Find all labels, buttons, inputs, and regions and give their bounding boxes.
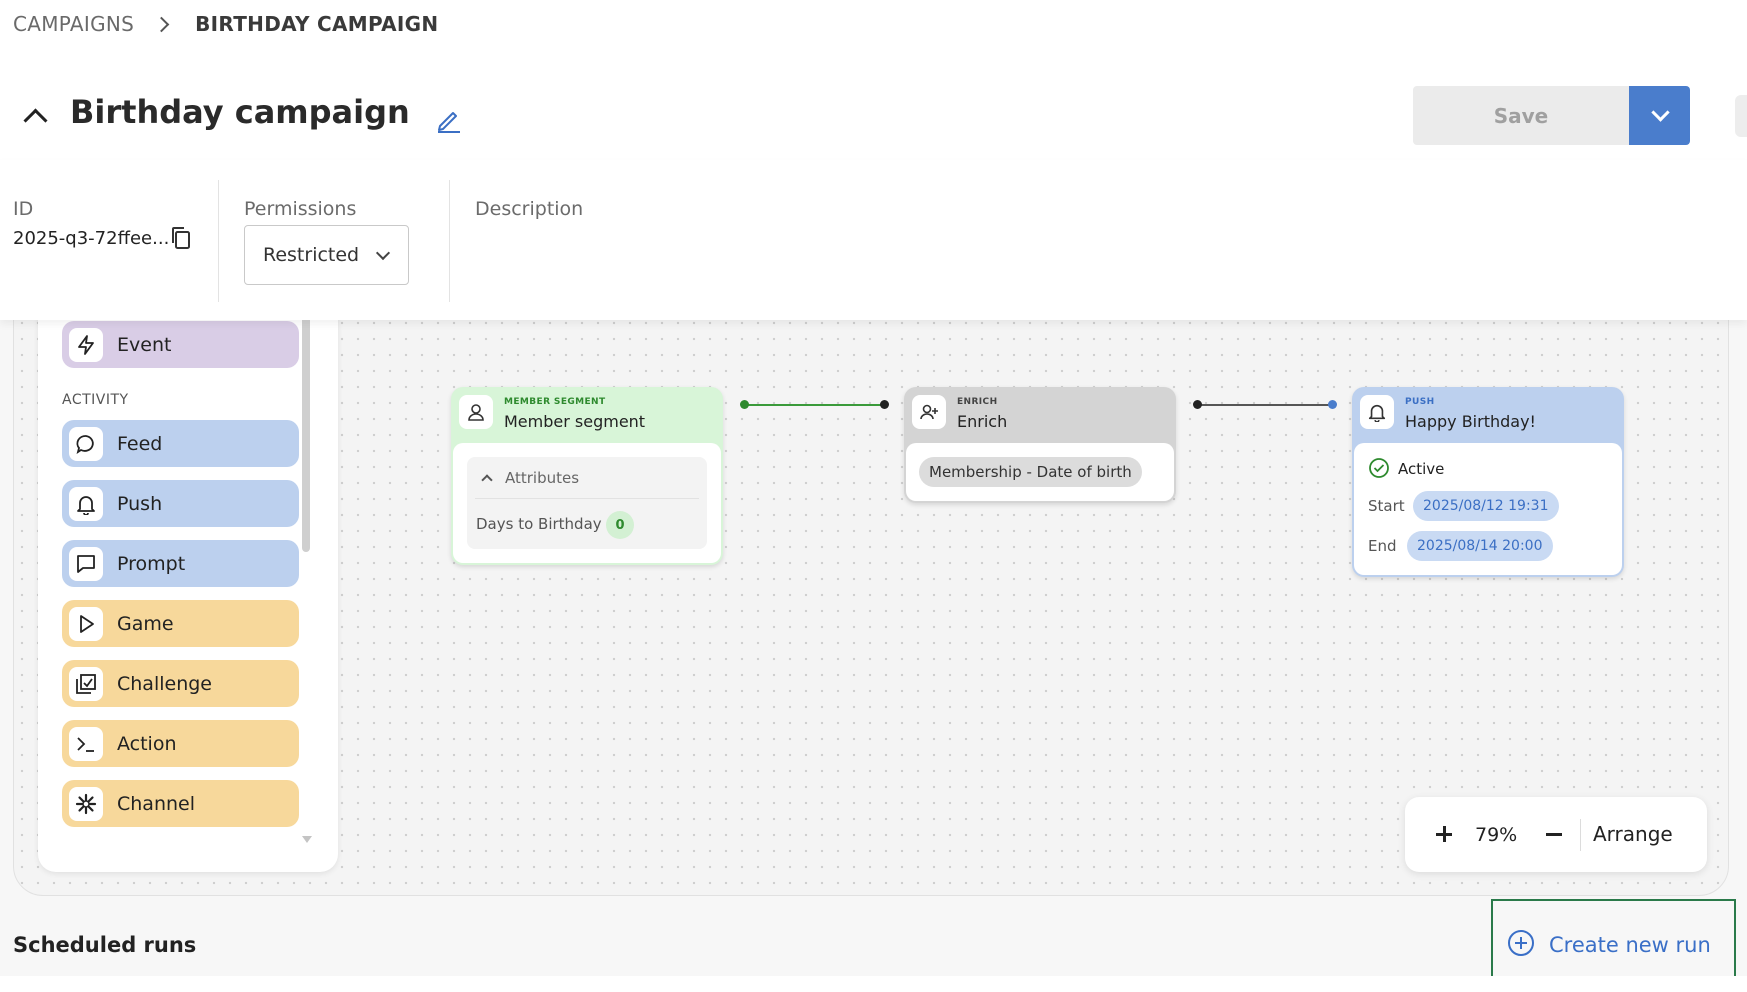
campaign-id-value: 2025-q3-72ffee... — [13, 228, 170, 249]
permissions-label: Permissions — [244, 198, 357, 220]
pencil-icon — [438, 112, 460, 133]
description-label: Description — [475, 198, 584, 220]
page-title: Birthday campaign — [70, 93, 410, 131]
copy-icon[interactable] — [170, 226, 192, 250]
check-circle-icon — [1368, 457, 1390, 483]
edge-handle[interactable] — [1328, 400, 1337, 409]
edge-handle[interactable] — [1193, 400, 1202, 409]
chevron-up-icon — [481, 474, 493, 486]
save-options-dropdown-button[interactable] — [1629, 86, 1690, 145]
palette-scrollbar[interactable] — [302, 300, 310, 552]
node-push[interactable]: PUSH Happy Birthday! Active Start 2025/0… — [1352, 387, 1624, 577]
attributes-label: Attributes — [505, 469, 580, 487]
prompt-icon — [69, 546, 103, 581]
node-name: Happy Birthday! — [1405, 412, 1536, 431]
node-enrich[interactable]: ENRICH Enrich Membership - Date of birth — [904, 387, 1176, 503]
breadcrumb-campaigns[interactable]: CAMPAIGNS — [13, 12, 134, 36]
permissions-select[interactable]: Restricted — [244, 225, 409, 285]
bell-icon — [69, 486, 103, 521]
collapse-header-button[interactable] — [22, 104, 46, 128]
divider — [218, 180, 219, 302]
zoom-out-button[interactable] — [1537, 817, 1571, 851]
permissions-value: Restricted — [263, 244, 360, 266]
palette-item-label: Action — [117, 732, 177, 755]
attributes-toggle[interactable]: Attributes — [477, 469, 579, 487]
edge-enrich-to-push[interactable] — [1197, 404, 1332, 406]
attribute-value-badge: 0 — [606, 511, 634, 539]
node-kind-label: PUSH — [1405, 397, 1435, 407]
divider — [475, 498, 699, 499]
arrange-button[interactable]: Arrange — [1593, 822, 1673, 846]
chat-bubble-icon — [69, 426, 103, 461]
more-actions-button[interactable] — [1735, 95, 1747, 137]
palette-item-game[interactable]: Game — [62, 600, 299, 647]
palette-item-channel[interactable]: Channel — [62, 780, 299, 827]
breadcrumb: CAMPAIGNS BIRTHDAY CAMPAIGN — [13, 12, 438, 36]
chevron-down-icon — [375, 245, 391, 261]
node-member-segment[interactable]: MEMBER SEGMENT Member segment Attributes… — [451, 387, 723, 565]
palette-item-label: Challenge — [117, 672, 212, 695]
attribute-name: Days to Birthday — [476, 515, 602, 533]
edit-title-button[interactable] — [434, 104, 464, 134]
node-body: Active Start 2025/08/12 19:31 End 2025/0… — [1354, 443, 1622, 575]
scroll-down-arrow-icon[interactable] — [302, 836, 312, 843]
enrich-field-chip: Membership - Date of birth — [919, 457, 1142, 487]
asterisk-icon — [69, 786, 103, 821]
palette-item-feed[interactable]: Feed — [62, 420, 299, 467]
status-label: Active — [1398, 460, 1445, 478]
node-header: MEMBER SEGMENT Member segment — [451, 387, 723, 443]
chevron-right-icon — [153, 16, 170, 32]
user-plus-icon — [912, 395, 946, 429]
palette-item-label: Event — [117, 333, 172, 356]
bell-icon — [1360, 395, 1394, 429]
palette-item-label: Game — [117, 612, 174, 635]
divider — [1580, 819, 1581, 851]
start-date-chip: 2025/08/12 19:31 — [1413, 491, 1559, 521]
node-header: ENRICH Enrich — [904, 387, 1176, 443]
palette-item-label: Channel — [117, 792, 196, 815]
page-bottom — [0, 976, 1747, 992]
palette-item-event[interactable]: Event — [62, 321, 299, 368]
node-kind-label: MEMBER SEGMENT — [504, 397, 606, 407]
palette-item-prompt[interactable]: Prompt — [62, 540, 299, 587]
palette-item-push[interactable]: Push — [62, 480, 299, 527]
zoom-in-button[interactable] — [1427, 817, 1461, 851]
palette-item-label: Prompt — [117, 552, 186, 575]
play-icon — [69, 606, 103, 641]
lightning-icon — [69, 327, 103, 362]
edge-handle[interactable] — [880, 400, 889, 409]
challenge-icon — [69, 666, 103, 701]
node-kind-label: ENRICH — [957, 397, 998, 407]
page-header: CAMPAIGNS BIRTHDAY CAMPAIGN Birthday cam… — [0, 0, 1747, 160]
attributes-panel: Attributes Days to Birthday 0 — [467, 457, 707, 549]
node-body: Attributes Days to Birthday 0 — [453, 443, 721, 563]
edge-handle[interactable] — [740, 400, 749, 409]
node-body: Membership - Date of birth — [906, 443, 1174, 501]
start-label: Start — [1368, 497, 1405, 515]
save-button[interactable]: Save — [1413, 86, 1629, 145]
palette-item-action[interactable]: Action — [62, 720, 299, 767]
plus-circle-icon — [1507, 929, 1535, 961]
palette-item-label: Feed — [117, 432, 163, 455]
scheduled-runs-title: Scheduled runs — [13, 933, 197, 957]
node-header: PUSH Happy Birthday! — [1352, 387, 1624, 443]
end-label: End — [1368, 537, 1397, 555]
breadcrumb-current: BIRTHDAY CAMPAIGN — [195, 12, 439, 36]
id-label: ID — [13, 198, 34, 220]
palette-item-challenge[interactable]: Challenge — [62, 660, 299, 707]
create-new-run-label: Create new run — [1549, 933, 1711, 957]
terminal-icon — [69, 726, 103, 761]
end-date-chip: 2025/08/14 20:00 — [1407, 531, 1553, 561]
divider — [449, 180, 450, 302]
zoom-controls: 79% Arrange — [1405, 797, 1707, 872]
palette-item-label: Push — [117, 492, 163, 515]
node-name: Enrich — [957, 412, 1008, 431]
user-icon — [459, 395, 493, 429]
edge-segment-to-enrich[interactable] — [744, 404, 884, 406]
zoom-level: 79% — [1475, 824, 1518, 846]
palette-section-activity: ACTIVITY — [62, 392, 129, 408]
node-name: Member segment — [504, 412, 646, 431]
